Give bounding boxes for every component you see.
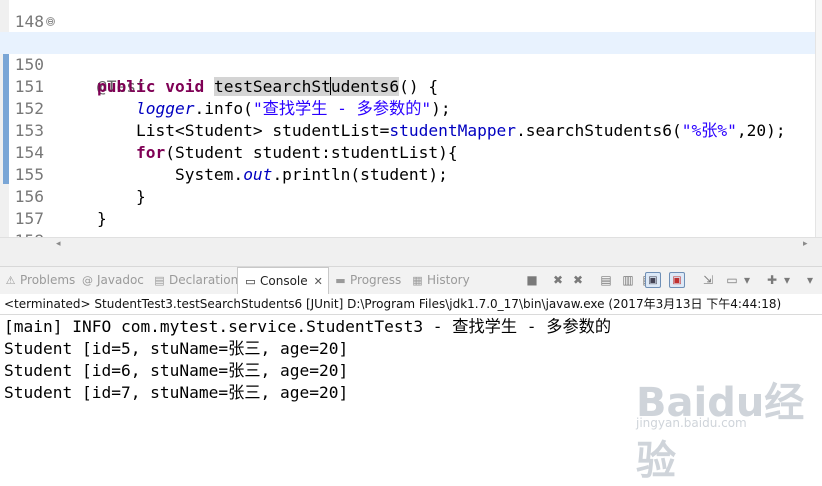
tab-label: Problems <box>20 273 76 287</box>
tab-history[interactable]: ▦ History <box>411 267 470 294</box>
code-line[interactable]: 152 List<Student> studentList=studentMap… <box>0 76 822 140</box>
console-output[interactable]: [main] INFO com.mytest.service.StudentTe… <box>0 314 822 451</box>
declaration-icon: ▤ <box>154 274 165 287</box>
scroll-left-arrow-icon[interactable]: ◂ <box>56 238 61 250</box>
show-stdout-icon[interactable]: ▣ <box>645 272 661 288</box>
code-line[interactable]: 149 ⊖ @Test <box>0 10 822 96</box>
console-line: [main] INFO com.mytest.service.StudentTe… <box>4 317 612 336</box>
tab-progress[interactable]: ▬ Progress <box>334 267 401 294</box>
tab-label: Console <box>260 274 308 288</box>
scroll-lock-icon[interactable]: ▥ <box>620 272 636 288</box>
tab-label: History <box>427 273 470 287</box>
tab-label: Declaration <box>169 273 239 287</box>
code-line[interactable]: 155 } <box>0 142 822 206</box>
console-line: Student [id=6, stuName=张三, age=20] <box>4 361 349 380</box>
remove-all-terminated-icon[interactable]: ✖ <box>570 272 586 288</box>
history-icon: ▦ <box>412 274 423 287</box>
vertical-scrollbar[interactable] <box>815 0 822 237</box>
close-icon[interactable]: ✕ <box>314 275 323 288</box>
code-line[interactable]: 157 <box>0 186 822 228</box>
fold-collapse-icon[interactable]: ⊖ <box>46 17 55 26</box>
tab-declaration[interactable]: ▤ Declaration <box>153 267 238 294</box>
chevron-down-icon[interactable]: ▾ <box>782 272 792 288</box>
scroll-right-arrow-icon[interactable]: ▸ <box>803 238 808 250</box>
remove-launch-icon[interactable]: ✖ <box>550 272 566 288</box>
code-line[interactable]: 156 } <box>0 164 822 228</box>
view-tab-bar: ⚠ Problems @ Javadoc ▤ Declaration ▭ Console… <box>0 266 822 294</box>
console-icon: ▭ <box>245 275 256 288</box>
tab-label: Progress <box>350 273 402 287</box>
at-sign-icon: @ <box>82 274 93 287</box>
tab-javadoc[interactable]: @ Javadoc <box>81 267 144 294</box>
line-number: 158 <box>12 230 44 237</box>
tab-label: Javadoc <box>97 273 144 287</box>
console-status-line: <terminated> StudentTest3.testSearchStud… <box>0 294 822 314</box>
code-line[interactable]: 158 } <box>0 208 822 237</box>
code-line-current[interactable]: 150 public void testSearchStudents6() { <box>0 32 822 96</box>
code-editor[interactable]: 148 149 ⊖ @Test 150 public void testSear… <box>0 0 822 237</box>
code-line[interactable]: 154 System.out.println(student); <box>0 120 822 184</box>
terminate-icon[interactable]: ■ <box>524 272 540 288</box>
tab-problems[interactable]: ⚠ Problems <box>4 267 76 294</box>
chevron-down-icon[interactable]: ▾ <box>742 272 752 288</box>
display-console-icon[interactable]: ▭ <box>724 272 740 288</box>
pin-console-icon[interactable]: ⇲ <box>700 272 716 288</box>
new-console-icon[interactable]: ✚ <box>764 272 780 288</box>
code-line[interactable]: 151 logger.info("查找学生 - 多参数的"); <box>0 54 822 118</box>
tab-console[interactable]: ▭ Console ✕ <box>237 267 329 294</box>
horizontal-scrollbar[interactable]: ◂ ▸ <box>0 237 822 250</box>
clear-console-icon[interactable]: ▤ <box>598 272 614 288</box>
code-line[interactable]: 153 for(Student student:studentList){ <box>0 98 822 162</box>
warning-icon: ⚠ <box>5 274 16 287</box>
panel-sash[interactable] <box>0 250 822 266</box>
progress-icon: ▬ <box>335 274 346 287</box>
console-line: Student [id=5, stuName=张三, age=20] <box>4 339 349 358</box>
show-stderr-icon[interactable]: ▣ <box>669 272 685 288</box>
console-line: Student [id=7, stuName=张三, age=20] <box>4 383 349 402</box>
view-menu-icon[interactable]: ▾ <box>804 272 816 288</box>
